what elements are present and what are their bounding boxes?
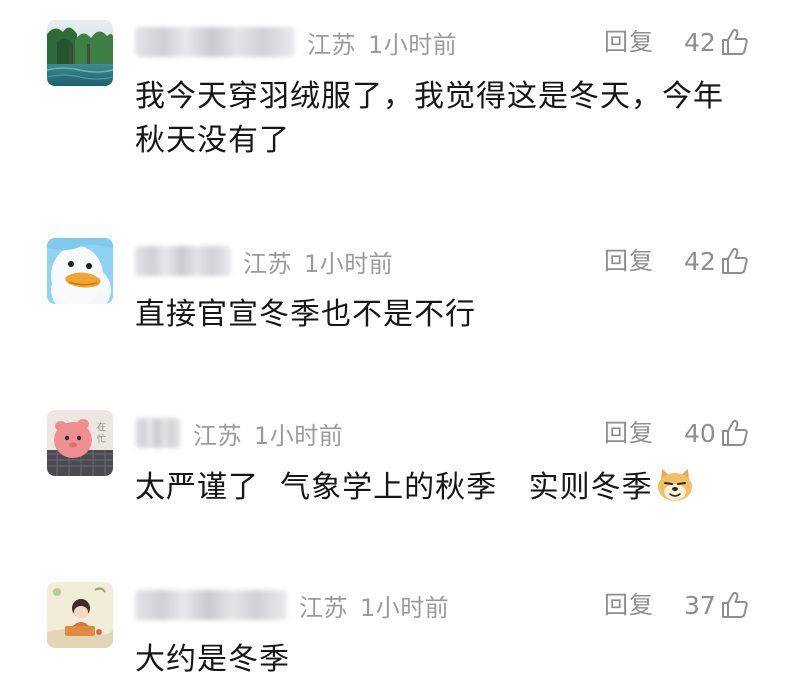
like-count: 40 xyxy=(684,418,716,448)
comment-time: 1小时前 xyxy=(254,421,344,450)
comment-item: 江苏 1小时前 回复 37 大约是冬季 xyxy=(0,0,800,677)
thumbs-up-icon xyxy=(720,27,750,57)
user-avatar[interactable]: 在 忙 xyxy=(47,410,113,476)
comment-text: 直接官宣冬季也不是不行 xyxy=(135,293,755,337)
comment-list: 江苏 1小时前 回复 42 我今天穿羽绒服了，我觉得这是冬天，今年 秋天没有了 xyxy=(0,0,800,692)
svg-text:忙: 忙 xyxy=(97,433,106,445)
like-button[interactable]: 42 xyxy=(684,245,750,277)
comment-time: 1小时前 xyxy=(368,30,458,59)
comment-text: 大约是冬季 xyxy=(135,638,755,682)
user-avatar[interactable] xyxy=(47,238,113,304)
like-count: 42 xyxy=(684,246,716,276)
comment-text-line: 大约是冬季 xyxy=(135,642,290,677)
comment-text-line: 我今天穿羽绒服了，我觉得这是冬天，今年 xyxy=(135,79,724,114)
username-blurred[interactable] xyxy=(135,27,295,57)
user-avatar[interactable] xyxy=(47,20,113,86)
like-count: 37 xyxy=(684,590,716,620)
reply-button[interactable]: 回复 xyxy=(604,589,654,621)
comment-text-line: 直接官宣冬季也不是不行 xyxy=(135,297,476,332)
user-avatar[interactable] xyxy=(47,582,113,648)
thumbs-up-icon xyxy=(720,590,750,620)
user-region: 江苏 xyxy=(243,249,292,278)
comment-text-line: 秋天没有了 xyxy=(135,123,290,158)
reply-button[interactable]: 回复 xyxy=(604,417,654,449)
reply-button[interactable]: 回复 xyxy=(604,245,654,277)
comment-meta: 江苏 1小时前 xyxy=(135,417,344,450)
comment-time: 1小时前 xyxy=(304,249,394,278)
thumbs-up-icon xyxy=(720,418,750,448)
doge-emoji-icon xyxy=(655,467,695,516)
like-button[interactable]: 42 xyxy=(684,26,750,58)
username-blurred[interactable] xyxy=(135,246,231,276)
comment-time: 1小时前 xyxy=(360,593,450,622)
user-region: 江苏 xyxy=(193,421,242,450)
like-button[interactable]: 40 xyxy=(684,417,750,449)
like-count: 42 xyxy=(684,27,716,57)
username-blurred[interactable] xyxy=(135,590,287,620)
user-region: 江苏 xyxy=(299,593,348,622)
thumbs-up-icon xyxy=(720,246,750,276)
comment-meta: 江苏 1小时前 xyxy=(135,245,394,278)
comment-text: 太严谨了 气象学上的秋季 实则冬季 xyxy=(135,466,755,516)
like-button[interactable]: 37 xyxy=(684,589,750,621)
reply-button[interactable]: 回复 xyxy=(604,26,654,58)
comment-text-line: 太严谨了 气象学上的秋季 实则冬季 xyxy=(135,470,653,505)
comment-meta: 江苏 1小时前 xyxy=(135,26,458,59)
comment-meta: 江苏 1小时前 xyxy=(135,589,450,622)
svg-text:在: 在 xyxy=(97,421,106,433)
user-region: 江苏 xyxy=(307,30,356,59)
username-blurred[interactable] xyxy=(135,418,181,448)
comment-item: 江苏 1小时前 回复 42 我今天穿羽绒服了，我觉得这是冬天，今年 秋天没有了 xyxy=(0,0,800,190)
comment-text: 我今天穿羽绒服了，我觉得这是冬天，今年 秋天没有了 xyxy=(135,75,755,163)
